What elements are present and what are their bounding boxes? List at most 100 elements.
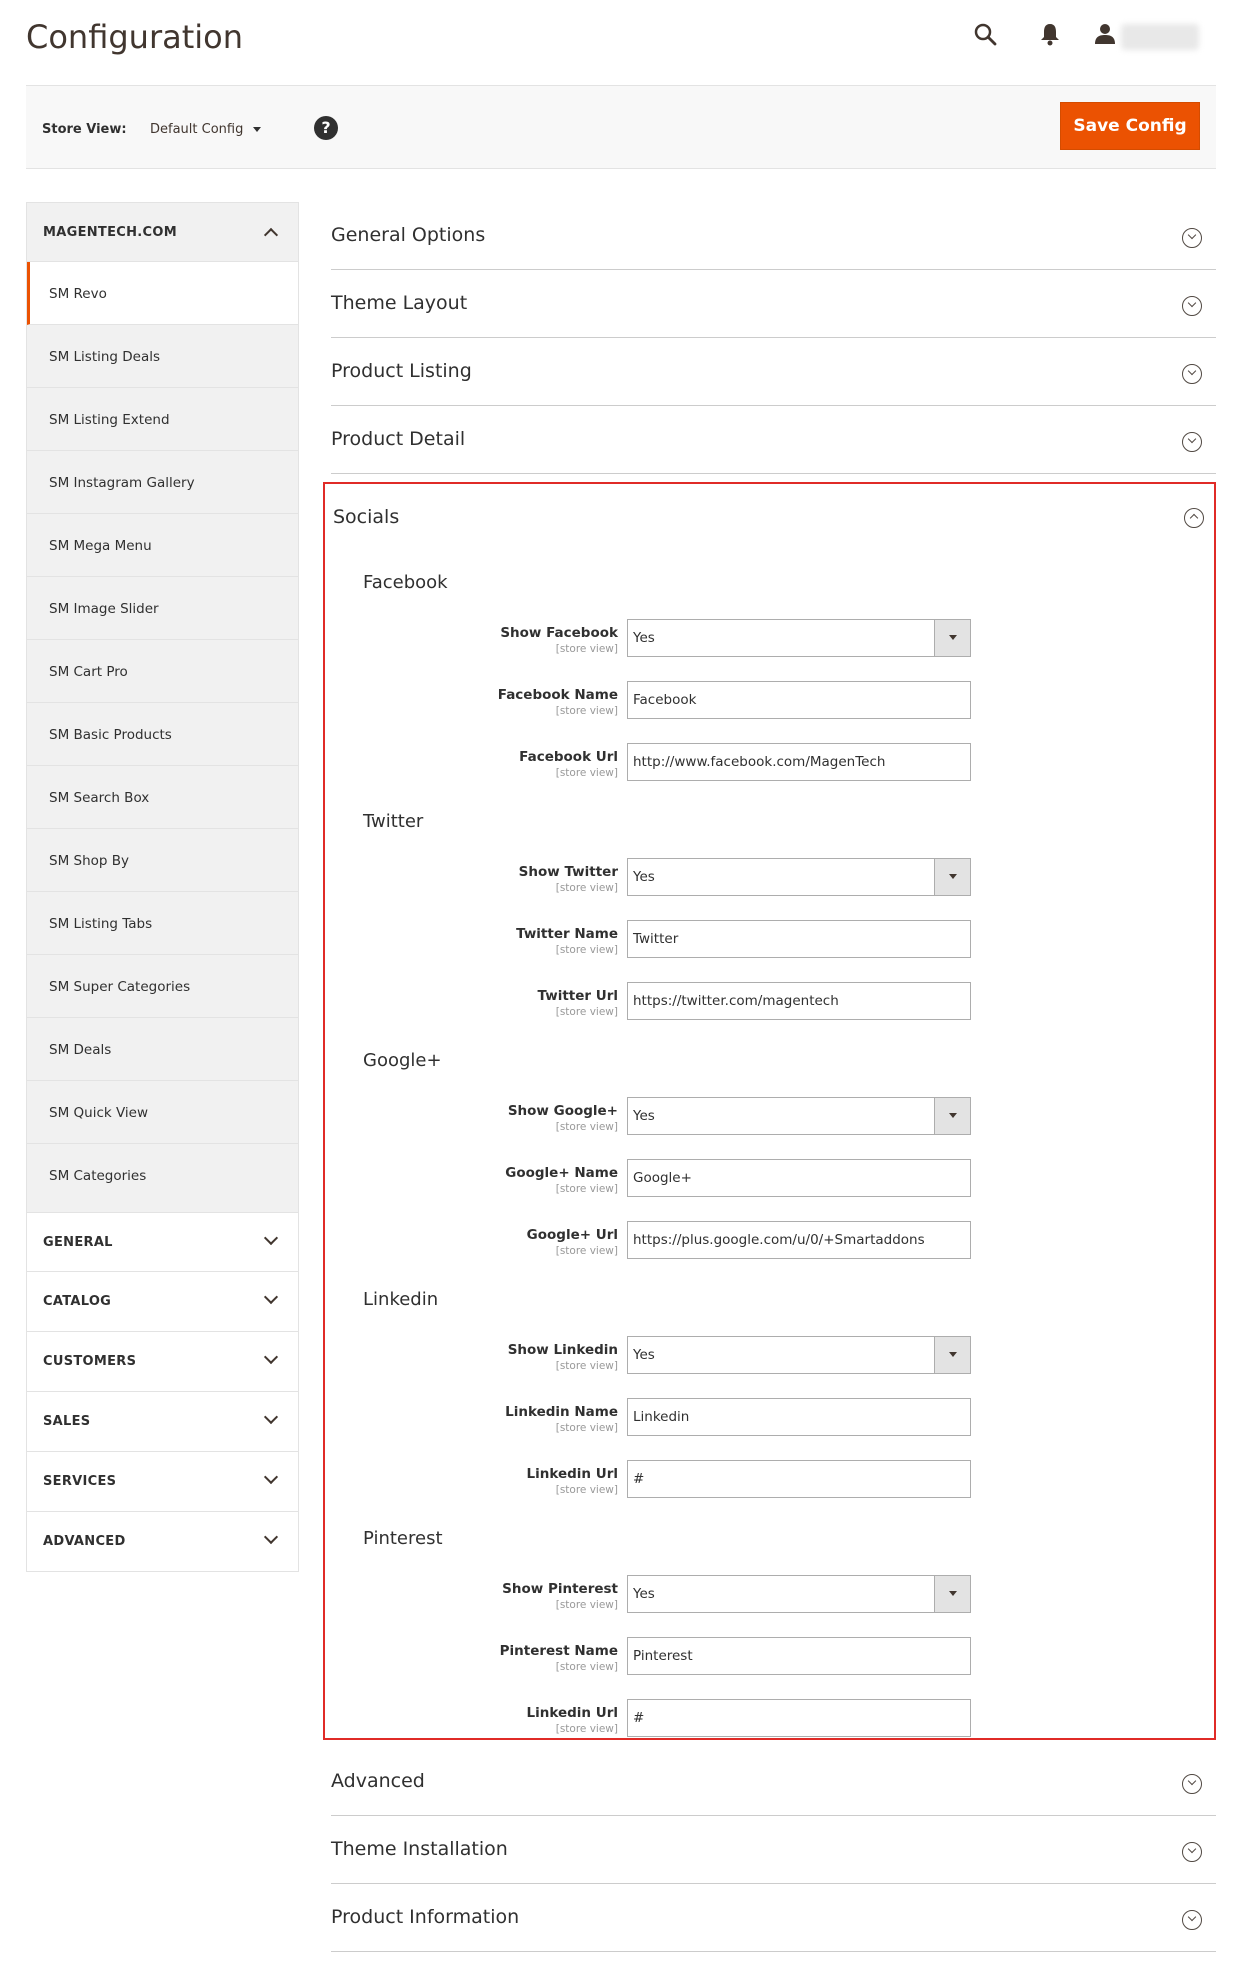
config-section[interactable]: Advanced bbox=[331, 1748, 1216, 1816]
select-field[interactable]: Yes bbox=[627, 1336, 971, 1374]
chevron-down-circle-icon[interactable] bbox=[1182, 1910, 1202, 1930]
chevron-down-icon bbox=[263, 1409, 279, 1425]
text-input[interactable]: Twitter bbox=[627, 920, 971, 958]
social-group-title: Google+ bbox=[363, 1050, 442, 1071]
sidebar-item[interactable]: SM Mega Menu bbox=[27, 514, 298, 577]
sidebar-item-label: SM Listing Extend bbox=[49, 412, 170, 428]
text-input[interactable]: # bbox=[627, 1460, 971, 1498]
user-name-redacted[interactable] bbox=[1121, 24, 1199, 50]
sidebar-item-label: SM Cart Pro bbox=[49, 664, 128, 680]
section-title: Product Detail bbox=[331, 428, 466, 450]
sidebar-item[interactable]: SM Basic Products bbox=[27, 703, 298, 766]
dropdown-arrow-icon[interactable] bbox=[934, 859, 970, 895]
field-label: Show Pinterest bbox=[502, 1581, 618, 1597]
sidebar-item[interactable]: SM Categories bbox=[27, 1144, 298, 1212]
text-input[interactable]: https://plus.google.com/u/0/+Smartaddons bbox=[627, 1221, 971, 1259]
dropdown-arrow-icon[interactable] bbox=[934, 1576, 970, 1612]
config-section[interactable]: Product Listing bbox=[331, 338, 1216, 406]
text-input[interactable]: # bbox=[627, 1699, 971, 1737]
notifications-bell-icon[interactable] bbox=[1039, 22, 1061, 50]
sidebar-group-general[interactable]: GENERAL bbox=[26, 1212, 299, 1272]
chevron-down-icon bbox=[263, 1349, 279, 1365]
chevron-down-icon bbox=[263, 1529, 279, 1545]
sidebar-item[interactable]: SM Search Box bbox=[27, 766, 298, 829]
sidebar-group-magentech[interactable]: MAGENTECH.COM bbox=[26, 202, 299, 262]
text-input[interactable]: https://twitter.com/magentech bbox=[627, 982, 971, 1020]
text-input[interactable]: Linkedin bbox=[627, 1398, 971, 1436]
sidebar-item[interactable]: SM Instagram Gallery bbox=[27, 451, 298, 514]
sidebar-item-label: SM Image Slider bbox=[49, 601, 159, 617]
field-scope: [store view] bbox=[555, 1661, 618, 1673]
chevron-down-circle-icon[interactable] bbox=[1182, 1842, 1202, 1862]
save-config-button[interactable]: Save Config bbox=[1060, 102, 1200, 150]
sidebar-item[interactable]: SM Listing Extend bbox=[27, 388, 298, 451]
text-input[interactable]: Facebook bbox=[627, 681, 971, 719]
select-field[interactable]: Yes bbox=[627, 1575, 971, 1613]
sidebar-item-label: SM Instagram Gallery bbox=[49, 475, 195, 491]
field-scope: [store view] bbox=[555, 1183, 618, 1195]
config-field-row: Google+ Name [store view] Google+ bbox=[325, 1159, 1218, 1199]
store-view-switcher[interactable]: Default Config bbox=[150, 122, 262, 137]
chevron-down-icon bbox=[263, 1469, 279, 1485]
sidebar-group-catalog[interactable]: CATALOG bbox=[26, 1272, 299, 1332]
chevron-up-circle-icon[interactable] bbox=[1184, 508, 1204, 528]
sidebar-item-label: SM Search Box bbox=[49, 790, 150, 806]
sidebar-item[interactable]: SM Super Categories bbox=[27, 955, 298, 1018]
section-title: Advanced bbox=[331, 1770, 425, 1792]
chevron-down-circle-icon[interactable] bbox=[1182, 1774, 1202, 1794]
social-group-title: Linkedin bbox=[363, 1289, 439, 1310]
field-label: Facebook Name bbox=[497, 687, 618, 703]
config-section[interactable]: Product Information bbox=[331, 1884, 1216, 1952]
config-section[interactable]: General Options bbox=[331, 202, 1216, 270]
text-input[interactable]: Pinterest bbox=[627, 1637, 971, 1675]
field-label: Linkedin Url bbox=[526, 1466, 618, 1482]
section-title: Theme Installation bbox=[331, 1838, 508, 1860]
sidebar-group-sales[interactable]: SALES bbox=[26, 1392, 299, 1452]
sidebar-item[interactable]: SM Image Slider bbox=[27, 577, 298, 640]
select-value: Yes bbox=[633, 869, 655, 885]
select-field[interactable]: Yes bbox=[627, 858, 971, 896]
dropdown-arrow-icon[interactable] bbox=[934, 620, 970, 656]
chevron-down-circle-icon[interactable] bbox=[1182, 364, 1202, 384]
chevron-down-circle-icon[interactable] bbox=[1182, 228, 1202, 248]
section-title: General Options bbox=[331, 224, 486, 246]
field-scope: [store view] bbox=[555, 1723, 618, 1735]
sidebar-item[interactable]: SM Listing Deals bbox=[27, 325, 298, 388]
config-field-row: Twitter Url [store view] https://twitter.c… bbox=[325, 982, 1218, 1022]
sidebar-item[interactable]: SM Listing Tabs bbox=[27, 892, 298, 955]
dropdown-arrow-icon[interactable] bbox=[934, 1337, 970, 1373]
chevron-down-circle-icon[interactable] bbox=[1182, 296, 1202, 316]
text-input[interactable]: http://www.facebook.com/MagenTech bbox=[627, 743, 971, 781]
config-section[interactable]: Theme Layout bbox=[331, 270, 1216, 338]
sections-bottom: Advanced Theme Installation Product Inform… bbox=[331, 1748, 1216, 1952]
social-group-title: Twitter bbox=[363, 811, 424, 832]
config-section[interactable]: Theme Installation bbox=[331, 1816, 1216, 1884]
field-label: Show Twitter bbox=[518, 864, 618, 880]
search-icon[interactable] bbox=[973, 22, 997, 50]
config-section[interactable]: Product Detail bbox=[331, 406, 1216, 474]
sidebar-group-advanced[interactable]: ADVANCED bbox=[26, 1512, 299, 1572]
section-title: Theme Layout bbox=[331, 292, 468, 314]
socials-section-title[interactable]: Socials bbox=[333, 506, 399, 528]
section-title: Product Information bbox=[331, 1906, 520, 1928]
sidebar-group-label: GENERAL bbox=[43, 1235, 113, 1250]
select-field[interactable]: Yes bbox=[627, 1097, 971, 1135]
text-input[interactable]: Google+ bbox=[627, 1159, 971, 1197]
caret-down-icon bbox=[253, 127, 262, 132]
sidebar-group-customers[interactable]: CUSTOMERS bbox=[26, 1332, 299, 1392]
dropdown-arrow-icon[interactable] bbox=[934, 1098, 970, 1134]
sidebar-group-services[interactable]: SERVICES bbox=[26, 1452, 299, 1512]
sidebar-item[interactable]: SM Cart Pro bbox=[27, 640, 298, 703]
help-icon[interactable]: ? bbox=[314, 116, 338, 140]
field-scope: [store view] bbox=[555, 1422, 618, 1434]
config-field-row: Show Twitter [store view] Yes bbox=[325, 858, 1218, 898]
sidebar-item[interactable]: SM Revo bbox=[27, 262, 298, 325]
user-account-icon[interactable] bbox=[1093, 22, 1117, 50]
chevron-down-circle-icon[interactable] bbox=[1182, 432, 1202, 452]
sidebar-group-label: ADVANCED bbox=[43, 1534, 126, 1549]
sidebar-item[interactable]: SM Quick View bbox=[27, 1081, 298, 1144]
store-view-toolbar: Store View: Default Config ? Save Config bbox=[26, 85, 1216, 169]
select-field[interactable]: Yes bbox=[627, 619, 971, 657]
sidebar-item[interactable]: SM Deals bbox=[27, 1018, 298, 1081]
sidebar-item[interactable]: SM Shop By bbox=[27, 829, 298, 892]
